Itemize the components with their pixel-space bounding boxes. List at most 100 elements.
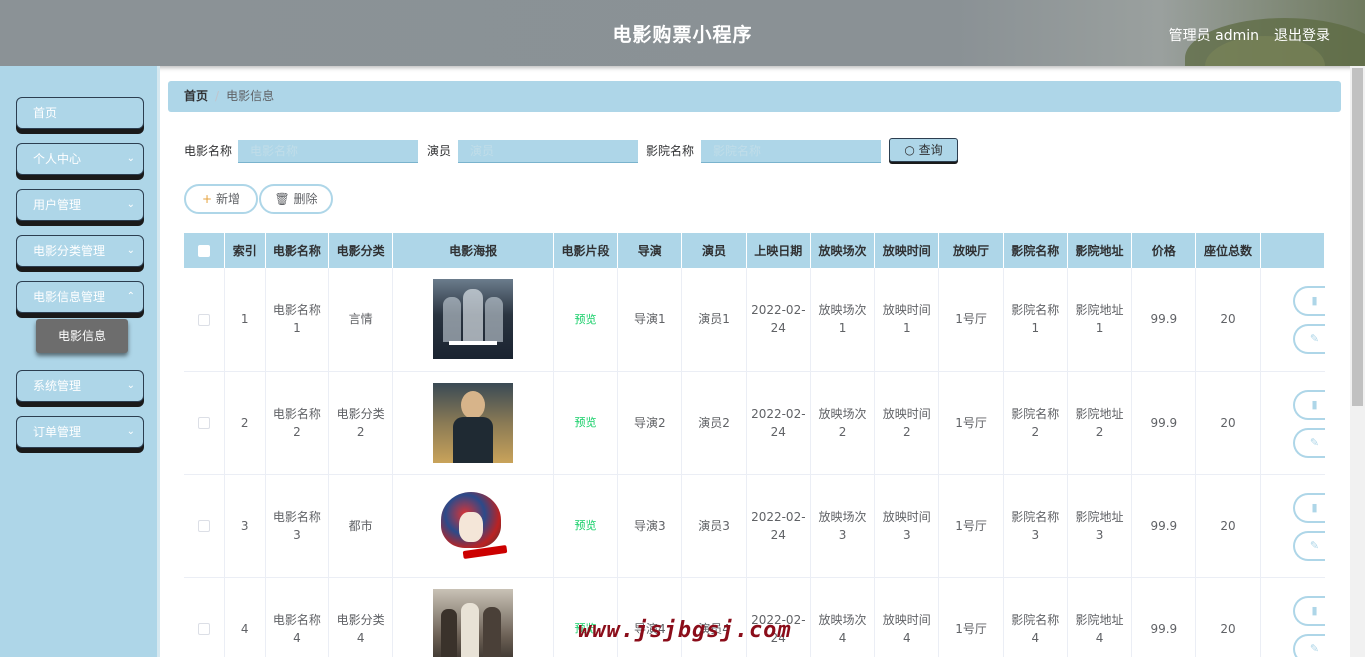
column-header: 价格 bbox=[1131, 233, 1197, 268]
column-header: 放映厅 bbox=[938, 233, 1004, 268]
cell-director: 导演3 bbox=[617, 474, 683, 578]
delete-button-label: 删除 bbox=[293, 192, 318, 206]
cinema-name-input[interactable] bbox=[701, 140, 881, 163]
cell-price: 99.9 bbox=[1131, 577, 1197, 657]
edit-button[interactable]: ✎ bbox=[1292, 427, 1325, 458]
sidebar-item-users[interactable]: 用户管理 ⌄ bbox=[16, 189, 144, 221]
column-header: 电影海报 bbox=[392, 233, 554, 268]
sidebar: 首页 个人中心 ⌄ 用户管理 ⌄ 电影分类管理 ⌄ 电影信息管理 ⌃ 系统管理 ⌄ 订单管… bbox=[0, 66, 157, 657]
detail-button[interactable]: ▮ bbox=[1292, 492, 1325, 523]
movie-name-label: 电影名称 bbox=[184, 144, 233, 158]
cell-movie-name: 电影名称2 bbox=[265, 371, 330, 475]
select-all-header bbox=[184, 233, 225, 268]
sidebar-subitem-movie-info[interactable]: 电影信息 bbox=[36, 319, 128, 353]
cell-director: 导演1 bbox=[617, 268, 683, 372]
column-header: 索引 bbox=[224, 233, 266, 268]
row-checkbox[interactable] bbox=[197, 623, 210, 635]
column-header: 放映场次 bbox=[810, 233, 876, 268]
query-button[interactable]: ○ 查询 bbox=[889, 138, 958, 162]
column-header: 电影片段 bbox=[553, 233, 619, 268]
watermark-text: www.jsjbgsj.com bbox=[578, 618, 792, 643]
search-icon: ○ bbox=[904, 143, 915, 157]
movie-poster-image bbox=[433, 279, 514, 360]
table-row: 3 电影名称3 都市 预览 导演3 演员3 2022-02-24 放映场次3 放… bbox=[184, 474, 1325, 578]
cell-session: 放映场次2 bbox=[810, 371, 876, 475]
preview-link[interactable]: 预览 bbox=[575, 519, 597, 532]
cell-movie-name: 电影名称4 bbox=[265, 577, 330, 657]
cell-actor: 演员2 bbox=[681, 371, 747, 475]
cell-clip: 预览 bbox=[553, 268, 619, 372]
edit-icon: ✎ bbox=[1309, 641, 1320, 655]
delete-button[interactable]: 🗑 删除 bbox=[259, 184, 333, 214]
cell-index: 2 bbox=[224, 371, 266, 475]
movie-name-input[interactable] bbox=[238, 140, 418, 163]
edit-button[interactable]: ✎ bbox=[1292, 324, 1325, 354]
cell-hall: 1号厅 bbox=[938, 371, 1004, 475]
sidebar-item-movie-info[interactable]: 电影信息管理 ⌃ bbox=[16, 281, 144, 313]
row-checkbox[interactable] bbox=[197, 520, 210, 532]
cell-seats: 20 bbox=[1195, 371, 1261, 475]
cell-director: 导演4 bbox=[617, 577, 683, 657]
query-button-label: 查询 bbox=[918, 143, 943, 157]
page-scrollbar[interactable] bbox=[1350, 66, 1365, 657]
cell-category: 都市 bbox=[328, 474, 394, 578]
cell-cinema-address: 影院地址2 bbox=[1067, 371, 1133, 475]
column-header: 座位总数 bbox=[1195, 233, 1261, 268]
chevron-up-icon: ⌃ bbox=[126, 291, 135, 302]
column-header: 演员 bbox=[681, 233, 747, 268]
logout-link[interactable]: 退出登录 bbox=[1274, 25, 1330, 45]
detail-button[interactable]: ▮ bbox=[1292, 389, 1325, 420]
cell-price: 99.9 bbox=[1131, 474, 1197, 578]
table-header-row: 索引 电影名称 电影分类 电影海报 电影片段 导演 演员 上映日期 放映场次 放… bbox=[184, 233, 1325, 268]
row-checkbox[interactable] bbox=[197, 417, 210, 429]
actor-input[interactable] bbox=[458, 140, 638, 163]
sidebar-item-label: 用户管理 bbox=[33, 198, 82, 212]
detail-button[interactable]: ▮ bbox=[1292, 595, 1325, 626]
cell-poster bbox=[392, 474, 554, 578]
cell-release-date: 2022-02-24 bbox=[746, 577, 811, 657]
cell-cinema-name: 影院名称3 bbox=[1003, 474, 1068, 578]
cell-actor: 演员3 bbox=[681, 474, 747, 578]
table-row: 4 电影名称4 电影分类4 预览 导演4 演员4 2022-02-24 放映场次… bbox=[184, 577, 1325, 657]
cell-actor: 演员1 bbox=[681, 268, 747, 372]
column-header: 放映时间 bbox=[874, 233, 940, 268]
sidebar-item-system[interactable]: 系统管理 ⌄ bbox=[16, 370, 144, 402]
cell-category: 言情 bbox=[328, 268, 394, 372]
scrollbar-thumb[interactable] bbox=[1352, 68, 1363, 406]
breadcrumb-home[interactable]: 首页 bbox=[184, 89, 208, 103]
cell-price: 99.9 bbox=[1131, 268, 1197, 372]
cell-price: 99.9 bbox=[1131, 371, 1197, 475]
detail-icon: ▮ bbox=[1311, 500, 1318, 514]
preview-link[interactable]: 预览 bbox=[575, 313, 597, 326]
sidebar-item-home[interactable]: 首页 bbox=[16, 97, 144, 129]
cell-cinema-name: 影院名称2 bbox=[1003, 371, 1068, 475]
edit-button[interactable]: ✎ bbox=[1292, 633, 1325, 657]
cell-cinema-name: 影院名称1 bbox=[1003, 268, 1068, 372]
column-header: 影院名称 bbox=[1003, 233, 1068, 268]
row-checkbox[interactable] bbox=[197, 313, 210, 326]
preview-link[interactable]: 预览 bbox=[575, 416, 597, 429]
column-header: 导演 bbox=[617, 233, 683, 268]
chevron-down-icon: ⌄ bbox=[126, 153, 135, 164]
cell-seats: 20 bbox=[1195, 268, 1261, 372]
sidebar-item-orders[interactable]: 订单管理 ⌄ bbox=[16, 416, 144, 448]
actor-label: 演员 bbox=[427, 144, 452, 158]
add-button-label: 新增 bbox=[215, 192, 240, 206]
add-button[interactable]: + 新增 bbox=[184, 184, 258, 214]
cell-movie-name: 电影名称3 bbox=[265, 474, 330, 578]
trash-icon: 🗑 bbox=[274, 192, 290, 206]
sidebar-item-category[interactable]: 电影分类管理 ⌄ bbox=[16, 235, 144, 267]
row-select-cell bbox=[184, 474, 225, 578]
cell-hall: 1号厅 bbox=[938, 474, 1004, 578]
detail-button[interactable]: ▮ bbox=[1292, 286, 1325, 316]
edit-button[interactable]: ✎ bbox=[1292, 530, 1325, 561]
sidebar-divider bbox=[157, 66, 160, 657]
column-header: 电影名称 bbox=[265, 233, 330, 268]
cell-actions: ▮ ✎ bbox=[1260, 371, 1325, 475]
cell-session: 放映场次4 bbox=[810, 577, 876, 657]
cell-cinema-address: 影院地址4 bbox=[1067, 577, 1133, 657]
cell-hall: 1号厅 bbox=[938, 577, 1004, 657]
cell-index: 3 bbox=[224, 474, 266, 578]
sidebar-item-profile[interactable]: 个人中心 ⌄ bbox=[16, 143, 144, 175]
select-all-checkbox[interactable] bbox=[197, 245, 210, 257]
